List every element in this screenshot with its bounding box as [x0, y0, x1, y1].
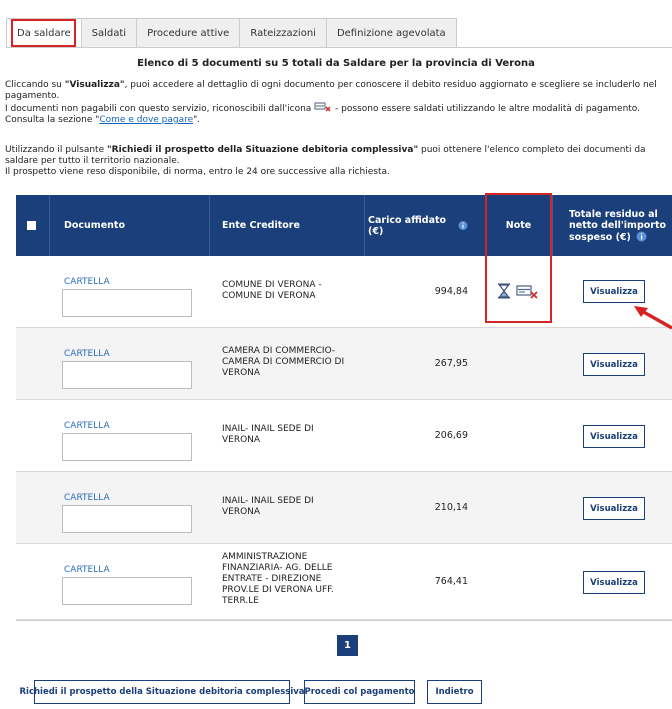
ente-creditore: COMUNE DI VERONA - COMUNE DI VERONA: [222, 280, 322, 301]
header-totale-label: Totale residuo al netto dell'importo sos…: [569, 209, 669, 243]
non-payable-icon: [314, 102, 331, 112]
tab-saldati[interactable]: Saldati: [80, 18, 137, 48]
column-divider: [209, 195, 210, 256]
come-e-dove-pagare-link[interactable]: Come e dove pagare: [99, 115, 193, 125]
document-type-link[interactable]: CARTELLA: [64, 421, 110, 431]
info-icon[interactable]: [458, 220, 468, 231]
document-type-link[interactable]: CARTELLA: [64, 493, 110, 503]
carico-affidato-amount: 994,84: [434, 286, 468, 297]
ente-creditore: AMMINISTRAZIONE FINANZIARIA- AG. DELLE E…: [222, 552, 334, 606]
ente-creditore: INAIL- INAIL SEDE DI VERONA: [222, 424, 314, 445]
info-icon[interactable]: [636, 231, 647, 242]
visualizza-button[interactable]: Visualizza: [583, 280, 645, 303]
intro-bold: "Richiedi il prospetto della Situazione …: [106, 145, 419, 155]
tab-rateizzazioni[interactable]: Rateizzazioni: [239, 18, 326, 48]
tabs-divider: [6, 47, 672, 48]
carico-affidato-amount: 210,14: [434, 502, 468, 513]
redacted-document-number: [62, 289, 192, 317]
visualizza-button[interactable]: Visualizza: [583, 353, 645, 376]
intro-paragraph-2: I documenti non pagabili con questo serv…: [5, 102, 672, 126]
redacted-document-number: [62, 433, 192, 461]
select-all-checkbox-cell[interactable]: [27, 195, 39, 256]
highlight-box-note: [485, 193, 552, 323]
ente-creditore: CAMERA DI COMMERCIO- CAMERA DI COMMERCIO…: [222, 346, 345, 378]
document-type-link[interactable]: CARTELLA: [64, 349, 110, 359]
intro-bold: "Visualizza": [64, 80, 125, 90]
table-row: CARTELLA AMMINISTRAZIONE FINANZIARIA- AG…: [16, 544, 672, 620]
table-row: CARTELLA CAMERA DI COMMERCIO- CAMERA DI …: [16, 328, 672, 400]
table-row: CARTELLA COMUNE DI VERONA - COMUNE DI VE…: [16, 256, 672, 328]
tab-procedure-attive[interactable]: Procedure attive: [136, 18, 240, 48]
highlight-box-tab: [11, 19, 76, 47]
table-bottom-divider: [16, 620, 672, 621]
intro-text: Utilizzando il pulsante: [5, 145, 107, 155]
visualizza-button[interactable]: Visualizza: [583, 497, 645, 520]
redacted-document-number: [62, 361, 192, 389]
redacted-document-number: [62, 505, 192, 533]
intro-paragraph-1: Cliccando su "Visualizza", puoi accedere…: [5, 80, 672, 102]
header-totale-text: Totale residuo al netto dell'importo sos…: [569, 208, 667, 243]
intro-text: I documenti non pagabili con questo serv…: [5, 104, 312, 114]
carico-affidato-amount: 206,69: [434, 430, 468, 441]
intro-paragraph-4: Il prospetto viene reso disponibile, di …: [5, 167, 390, 177]
header-carico-label: Carico affidato (€): [368, 214, 447, 237]
column-divider: [364, 195, 365, 256]
ente-creditore: INAIL- INAIL SEDE DI VERONA: [222, 496, 314, 517]
procedi-pagamento-button[interactable]: Procedi col pagamento: [304, 680, 415, 704]
header-totale-residuo: Totale residuo al netto dell'importo sos…: [569, 195, 669, 256]
table-row: CARTELLA INAIL- INAIL SEDE DI VERONA 206…: [16, 400, 672, 472]
intro-paragraph-3: Utilizzando il pulsante "Richiedi il pro…: [5, 145, 672, 167]
carico-affidato-amount: 764,41: [434, 576, 468, 587]
column-divider: [49, 195, 50, 256]
header-ente-creditore: Ente Creditore: [222, 220, 300, 231]
column-divider: [552, 195, 553, 256]
table-row: CARTELLA INAIL- INAIL SEDE DI VERONA 210…: [16, 472, 672, 544]
indietro-button[interactable]: Indietro: [427, 680, 482, 704]
tab-definizione-agevolata[interactable]: Definizione agevolata: [325, 18, 457, 48]
pagination-page-1[interactable]: 1: [337, 635, 358, 656]
red-arrow-icon: [634, 306, 672, 330]
header-carico-affidato: Carico affidato (€): [368, 195, 468, 256]
page-title: Elenco di 5 documenti su 5 totali da Sal…: [137, 58, 535, 69]
document-type-link[interactable]: CARTELLA: [64, 565, 110, 575]
redacted-document-number: [62, 577, 192, 605]
intro-text: Cliccando su: [5, 80, 65, 90]
intro-text: ".: [193, 115, 201, 125]
header-documento: Documento: [64, 220, 125, 231]
visualizza-button[interactable]: Visualizza: [583, 425, 645, 448]
richiedi-prospetto-button[interactable]: Richiedi il prospetto della Situazione d…: [20, 680, 305, 704]
select-all-checkbox[interactable]: [27, 221, 36, 230]
document-type-link[interactable]: CARTELLA: [64, 277, 110, 287]
carico-affidato-amount: 267,95: [434, 358, 468, 369]
table-header: Documento Ente Creditore Carico affidato…: [16, 195, 672, 256]
visualizza-button[interactable]: Visualizza: [583, 571, 645, 594]
